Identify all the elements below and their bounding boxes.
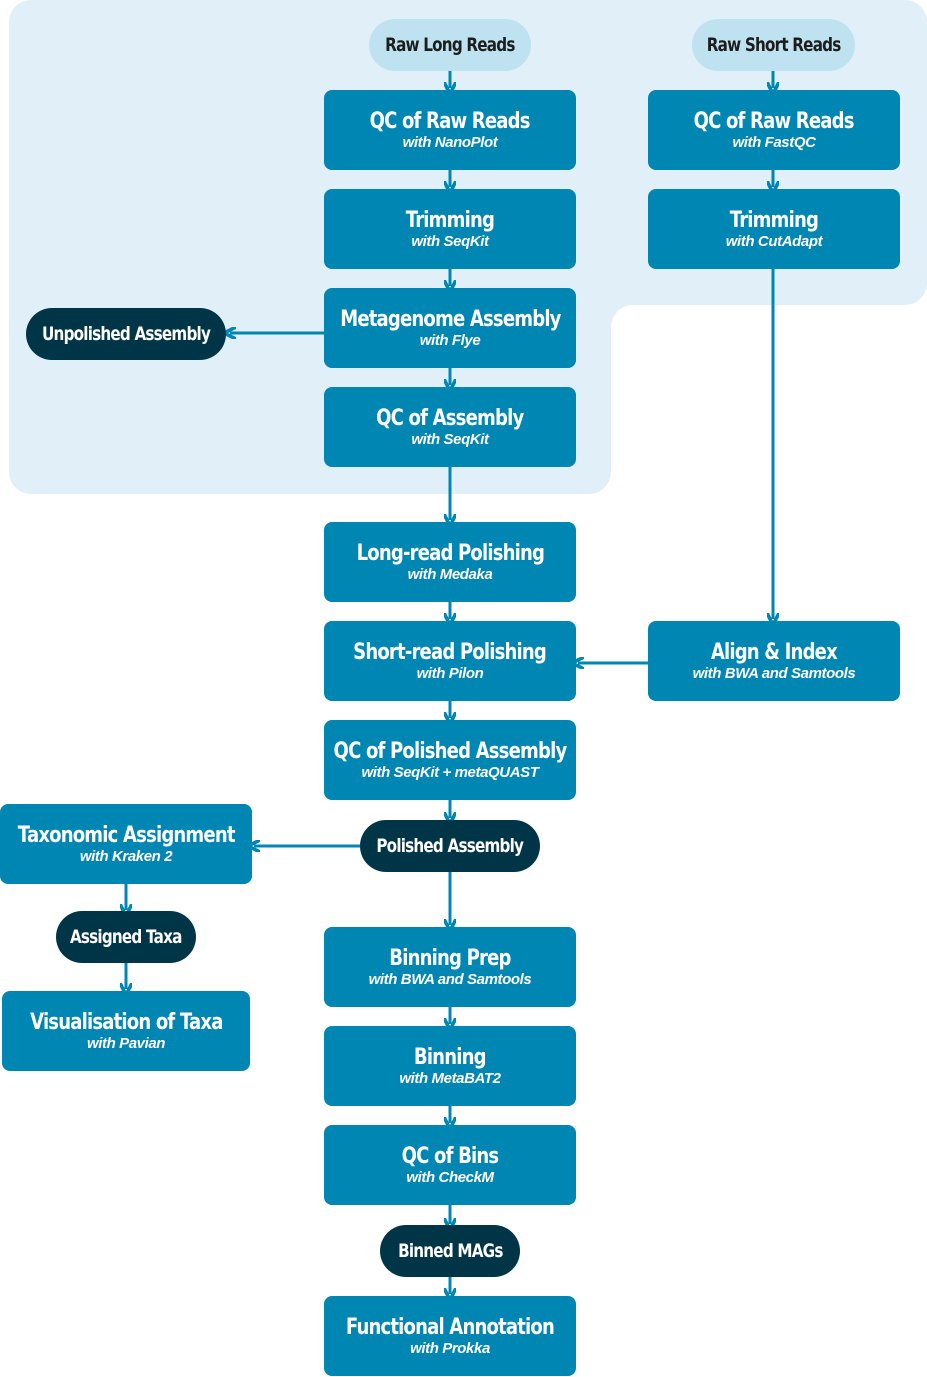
input-raw-short-reads[interactable]: Raw Short Reads <box>692 19 855 71</box>
step-title: Trimming <box>729 208 819 233</box>
step-visualisation-of-taxa[interactable]: Visualisation of Taxa with Pavian <box>2 991 250 1071</box>
step-qc-bins[interactable]: QC of Bins with CheckM <box>324 1125 576 1205</box>
step-trimming-short[interactable]: Trimming with CutAdapt <box>648 189 900 269</box>
step-tool: with FastQC <box>732 134 816 151</box>
step-metagenome-assembly[interactable]: Metagenome Assembly with Flye <box>324 288 576 368</box>
step-title: Functional Annotation <box>345 1315 555 1340</box>
step-binning[interactable]: Binning with MetaBAT2 <box>324 1026 576 1106</box>
step-qc-assembly[interactable]: QC of Assembly with SeqKit <box>324 387 576 467</box>
step-align-index[interactable]: Align & Index with BWA and Samtools <box>648 621 900 701</box>
step-title: QC of Raw Reads <box>369 109 531 134</box>
step-title: QC of Bins <box>401 1144 500 1169</box>
input-label: Raw Short Reads <box>706 34 842 56</box>
step-title: QC of Raw Reads <box>693 109 855 134</box>
step-long-read-polishing[interactable]: Long-read Polishing with Medaka <box>324 522 576 602</box>
step-qc-raw-long-reads[interactable]: QC of Raw Reads with NanoPlot <box>324 90 576 170</box>
step-qc-polished-assembly[interactable]: QC of Polished Assembly with SeqKit + me… <box>324 720 576 800</box>
step-title: Metagenome Assembly <box>339 307 561 332</box>
step-tool: with SeqKit <box>411 233 489 250</box>
step-qc-raw-short-reads[interactable]: QC of Raw Reads with FastQC <box>648 90 900 170</box>
step-title: Taxonomic Assignment <box>17 823 236 848</box>
output-binned-mags[interactable]: Binned MAGs <box>380 1225 520 1277</box>
output-assigned-taxa[interactable]: Assigned Taxa <box>56 911 196 963</box>
step-title: Align & Index <box>710 640 838 665</box>
step-trimming-long[interactable]: Trimming with SeqKit <box>324 189 576 269</box>
output-unpolished-assembly[interactable]: Unpolished Assembly <box>26 308 226 360</box>
step-tool: with SeqKit + metaQUAST <box>361 764 539 781</box>
output-label: Assigned Taxa <box>70 926 182 948</box>
output-polished-assembly[interactable]: Polished Assembly <box>360 820 540 872</box>
output-label: Unpolished Assembly <box>41 323 211 345</box>
step-tool: with BWA and Samtools <box>368 971 532 988</box>
step-short-read-polishing[interactable]: Short-read Polishing with Pilon <box>324 621 576 701</box>
input-raw-long-reads[interactable]: Raw Long Reads <box>369 19 531 71</box>
step-title: Long-read Polishing <box>356 541 544 566</box>
input-label: Raw Long Reads <box>385 34 515 56</box>
step-title: QC of Assembly <box>376 406 524 431</box>
step-tool: with NanoPlot <box>402 134 498 151</box>
step-tool: with Medaka <box>407 566 493 583</box>
step-title: Trimming <box>405 208 495 233</box>
step-title: Binning <box>414 1045 487 1070</box>
step-title: QC of Polished Assembly <box>333 739 568 764</box>
step-title: Binning Prep <box>389 946 511 971</box>
step-tool: with Kraken 2 <box>79 848 173 865</box>
step-tool: with CheckM <box>406 1169 494 1186</box>
step-tool: with BWA and Samtools <box>692 665 856 682</box>
step-functional-annotation[interactable]: Functional Annotation with Prokka <box>324 1296 576 1376</box>
step-taxonomic-assignment[interactable]: Taxonomic Assignment with Kraken 2 <box>0 804 252 884</box>
output-label: Polished Assembly <box>376 835 525 857</box>
step-tool: with MetaBAT2 <box>399 1070 501 1087</box>
step-tool: with Prokka <box>410 1340 490 1357</box>
step-title: Visualisation of Taxa <box>29 1010 223 1035</box>
step-tool: with Pilon <box>416 665 484 682</box>
step-tool: with Pavian <box>86 1035 166 1052</box>
step-binning-prep[interactable]: Binning Prep with BWA and Samtools <box>324 927 576 1007</box>
output-label: Binned MAGs <box>397 1240 503 1262</box>
step-tool: with SeqKit <box>411 431 489 448</box>
step-title: Short-read Polishing <box>353 640 548 665</box>
step-tool: with Flye <box>419 332 481 349</box>
step-tool: with CutAdapt <box>725 233 823 250</box>
